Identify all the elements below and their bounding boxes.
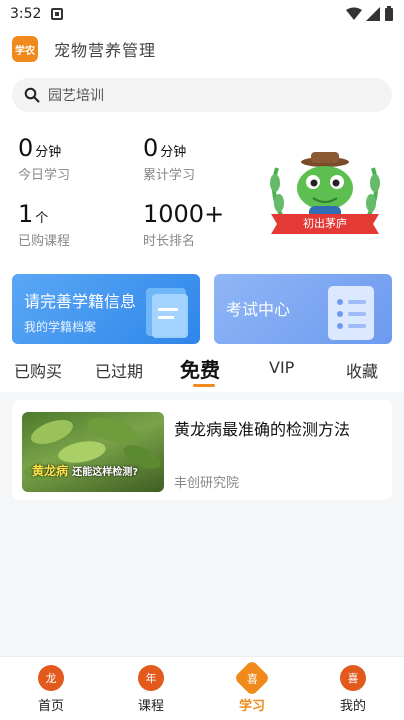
stat-label: 时长排名 [143, 234, 196, 249]
nav-icon-glyph: 喜 [246, 672, 258, 685]
student-profile-card[interactable]: 请完善学籍信息 我的学籍档案 [12, 274, 200, 344]
status-bar: 3:52 [0, 0, 404, 28]
notification-icon [51, 8, 64, 20]
course-org: 丰创研究院 [174, 476, 240, 491]
exam-center-card[interactable]: 考试中心 [214, 274, 392, 344]
leaves-image [24, 417, 161, 480]
stat-label: 已购课程 [18, 234, 71, 249]
signal-icon [366, 7, 380, 21]
search-icon [24, 87, 40, 103]
search-input[interactable]: 园艺培训 [48, 85, 104, 105]
thumb-sub-text: 还能这样检测? [72, 467, 139, 478]
tab-free[interactable]: 免费 [180, 354, 220, 383]
book-icon [146, 288, 188, 338]
app-screen: 3:52 学农 宠物营养管理 园艺培训 0 分钟 今日学习 0 分钟 累计学习 … [0, 0, 404, 720]
app-header: 学农 宠物营养管理 [12, 36, 156, 62]
app-logo: 学农 [12, 36, 38, 62]
active-tab-indicator [193, 384, 215, 387]
tab-purchased[interactable]: 已购买 [14, 358, 62, 382]
status-icons [346, 6, 394, 22]
nav-icon-glyph: 年 [145, 672, 157, 685]
badge-text: 初出茅庐 [303, 217, 347, 230]
stat-value: 1 [18, 200, 34, 228]
wifi-icon [346, 7, 362, 20]
level-badge[interactable]: 初出茅庐 [265, 148, 385, 248]
search-bar[interactable]: 园艺培训 [12, 78, 392, 112]
nav-label: 课程 [137, 699, 164, 714]
nav-label: 学习 [238, 699, 265, 714]
stat-ranking: 1000+ 时长排名 [143, 200, 226, 249]
profile-icon: 喜 [340, 665, 366, 691]
nav-icon-glyph: 龙 [45, 672, 57, 685]
stat-unit: 分钟 [160, 145, 187, 160]
app-title: 宠物营养管理 [54, 41, 157, 60]
stat-value: 0 [143, 134, 159, 162]
nav-icon-glyph: 喜 [347, 672, 359, 685]
tab-vip[interactable]: VIP [269, 358, 294, 377]
card-title: 考试中心 [226, 300, 291, 319]
battery-icon [385, 6, 393, 21]
card-title: 请完善学籍信息 [24, 292, 137, 311]
thumb-caption: 黄龙病 还能这样检测? [32, 462, 138, 479]
thumb-main-text: 黄龙病 [32, 464, 69, 478]
tab-favorites[interactable]: 收藏 [346, 358, 378, 382]
stat-label: 今日学习 [18, 168, 71, 183]
course-title: 黄龙病最准确的检测方法 [174, 420, 351, 439]
stat-unit: 分钟 [35, 145, 62, 160]
card-subtitle: 我的学籍档案 [24, 320, 97, 334]
nav-courses[interactable]: 年 课程 [111, 657, 191, 720]
study-icon: 喜 [233, 659, 271, 697]
nav-home[interactable]: 龙 首页 [11, 657, 91, 720]
nav-label: 我的 [339, 699, 366, 714]
stat-today: 0 分钟 今日学习 [18, 134, 70, 183]
course-thumbnail: 黄龙病 还能这样检测? [22, 412, 164, 492]
course-card[interactable]: 黄龙病 还能这样检测? 黄龙病最准确的检测方法 丰创研究院 [12, 400, 392, 500]
document-icon [328, 286, 374, 340]
status-time: 3:52 [10, 6, 42, 22]
logo-text: 学农 [15, 45, 35, 57]
stat-total: 0 分钟 累计学习 [143, 134, 195, 183]
bottom-navigation: 龙 首页 年 课程 喜 学习 喜 我的 [0, 656, 404, 720]
home-icon: 龙 [38, 665, 64, 691]
stat-unit: 个 [35, 211, 49, 226]
stat-value: 1000+ [143, 200, 225, 228]
stat-label: 累计学习 [143, 168, 196, 183]
nav-study[interactable]: 喜 学习 [212, 657, 292, 720]
courses-icon: 年 [138, 665, 164, 691]
nav-profile[interactable]: 喜 我的 [313, 657, 393, 720]
stat-value: 0 [18, 134, 34, 162]
stat-purchased: 1个 已购课程 [18, 200, 70, 249]
nav-label: 首页 [37, 699, 64, 714]
tab-expired[interactable]: 已过期 [95, 358, 143, 382]
